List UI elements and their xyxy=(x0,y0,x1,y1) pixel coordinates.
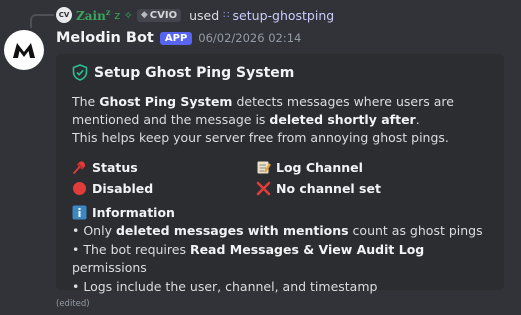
reply-used-text: used xyxy=(189,7,220,23)
desc-text-3: . xyxy=(415,112,420,127)
information-heading-text: Information xyxy=(92,205,175,220)
slash-command-icon: ∷ xyxy=(223,9,230,21)
edited-label: (edited) xyxy=(56,299,90,309)
app-badge: APP xyxy=(159,31,193,45)
embed-card: Setup Ghost Ping System The Ghost Ping S… xyxy=(56,54,504,294)
embed-title: Setup Ghost Ping System xyxy=(72,64,494,81)
field-status-value-text: Disabled xyxy=(92,180,154,196)
field-log-channel-label: Log Channel xyxy=(276,159,363,175)
reply-connector xyxy=(30,14,54,28)
field-status-value: Disabled xyxy=(72,179,256,197)
information-item: • Logs include the user, channel, and ti… xyxy=(72,278,494,297)
field-status-name: Status xyxy=(72,158,256,176)
desc-bold-2: deleted shortly after xyxy=(269,112,416,127)
author-username[interactable]: Melodin Bot xyxy=(56,30,154,46)
red-circle-icon xyxy=(73,181,86,195)
reply-context[interactable]: CV Zainz z ✧ ◆ CVIO used ∷ setup-ghostpi… xyxy=(56,5,334,25)
bot-avatar[interactable] xyxy=(4,30,44,70)
memo-icon xyxy=(257,161,271,173)
info-item-2-suffix: permissions xyxy=(72,260,147,275)
information-item: • Only deleted messages with mentions co… xyxy=(72,222,494,241)
desc-text-1: The xyxy=(72,94,100,109)
red-x-icon xyxy=(256,181,271,195)
information-list: • Only deleted messages with mentions co… xyxy=(72,222,494,296)
shield-check-icon xyxy=(72,64,88,81)
message-timestamp[interactable]: 06/02/2026 02:14 xyxy=(198,31,301,45)
field-status-label: Status xyxy=(92,159,138,175)
info-item-1-suffix: count as ghost pings xyxy=(348,223,483,238)
melodin-logo-icon xyxy=(13,43,35,58)
embed-description: The Ghost Ping System detects messages w… xyxy=(72,93,494,147)
reply-username-text: Zain xyxy=(76,9,106,23)
reply-avatar[interactable]: CV xyxy=(56,7,72,23)
desc-bold-1: Ghost Ping System xyxy=(99,94,233,109)
field-log-channel-value-text: No channel set xyxy=(276,180,381,196)
slash-command-label: setup-ghostping xyxy=(232,7,335,23)
shield-icon: ◆ xyxy=(140,10,148,20)
server-tag-label: CVIO xyxy=(149,9,178,21)
field-log-channel-name: Log Channel xyxy=(256,158,440,176)
slash-command-link[interactable]: ∷ setup-ghostping xyxy=(223,8,334,23)
info-item-2-text: • The bot requires xyxy=(72,241,190,257)
reply-username[interactable]: Zainz xyxy=(76,7,110,23)
reply-username-sup: z xyxy=(105,7,111,17)
information-item: • The bot requires Read Messages & View … xyxy=(72,241,494,278)
info-item-1-text: • Only xyxy=(72,223,116,238)
embed-fields: Status Log Channel Disabled No channel s… xyxy=(72,158,494,197)
info-item-1-bold: deleted messages with mentions xyxy=(115,223,349,238)
field-log-channel-value: No channel set xyxy=(256,179,440,197)
reply-username-extra: z ✧ xyxy=(114,8,133,22)
message-header: Melodin Bot APP 06/02/2026 02:14 xyxy=(56,28,301,48)
desc-line-2: This helps keep your server free from an… xyxy=(72,130,449,145)
server-tag[interactable]: ◆ CVIO xyxy=(136,8,182,22)
information-heading: Information xyxy=(72,205,494,220)
info-item-3-text: • Logs include the user, channel, and ti… xyxy=(72,278,378,294)
embed-title-text: Setup Ghost Ping System xyxy=(94,64,295,81)
info-item-2-bold: Read Messages & View Audit Log xyxy=(189,241,425,257)
pushpin-icon xyxy=(73,160,86,174)
info-icon xyxy=(72,205,87,220)
